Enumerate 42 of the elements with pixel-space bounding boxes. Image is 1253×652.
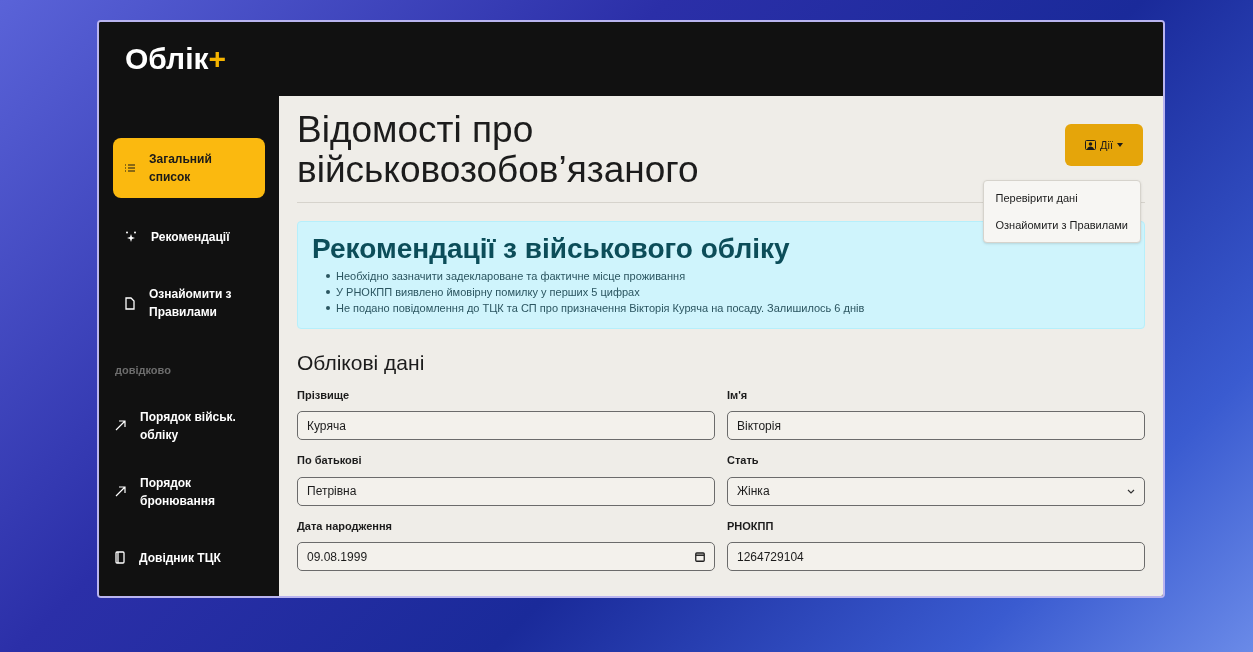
input-field[interactable]: Петрівна [297,476,715,506]
bullet-icon [326,290,330,294]
book-icon [115,551,125,564]
field-label: РНОКПП [727,518,775,534]
recommendation-text: Не подано повідомлення до ТЦК та СП про призначення Вікторія Куряча на посаду. Залишилось 6 днів [336,301,865,316]
menu-item[interactable]: Ознайомити з Правилами [983,211,1140,238]
logo[interactable]: Облік+ [125,44,227,74]
page-title: Відомості про військовозобов’язаного [297,110,700,190]
caret-icon [1117,143,1123,147]
section-heading: довідково [114,363,172,378]
bullet-icon [326,306,330,310]
arrow-icon [115,486,126,497]
select-field[interactable]: Жінка [727,476,1145,506]
file-icon [125,296,135,310]
sidebar-link[interactable]: Довідник ТЦК [113,528,265,587]
sidebar-link[interactable]: Порядок бронювання [113,462,265,521]
field-label: Стать [727,453,760,468]
recommendation-text: Необхідно зазначити задеклароване та фактичне місце проживання [336,269,686,284]
input-field[interactable]: 1264729104 [727,542,1145,571]
sidebar-item[interactable]: Рекомендації [113,210,265,264]
arrow-icon [115,420,126,431]
recommendation-text: У РНОКПП виявлено ймовірну помилку у перших 5 цифрах [336,285,640,300]
chevron-icon [1127,488,1135,494]
sparkle-icon [125,231,137,243]
list-icon [125,163,135,173]
person-icon [1085,140,1097,150]
input-field[interactable]: Вікторія [727,411,1145,440]
bullet-icon [326,274,330,278]
menu-item[interactable]: Перевірити дані [983,185,1140,212]
input-field[interactable]: Куряча [297,411,715,440]
field-label: По батькові [297,453,363,468]
actions-button[interactable]: Дії [1065,124,1143,166]
sidebar-item[interactable]: Загальний список [113,138,265,198]
field-label: Дата народження [297,518,394,534]
sidebar-item[interactable]: Ознайомити з Правилами [113,276,265,330]
field-label: Прізвище [297,387,351,403]
calendar-icon [695,551,705,562]
sidebar-link[interactable]: Порядок військ. обліку [113,396,265,455]
field-label: Ім'я [727,387,749,403]
section-title: Облікові дані [297,350,426,376]
date-field[interactable]: 09.08.1999 [297,542,715,571]
alert-title: Рекомендації з військового обліку [312,232,791,266]
